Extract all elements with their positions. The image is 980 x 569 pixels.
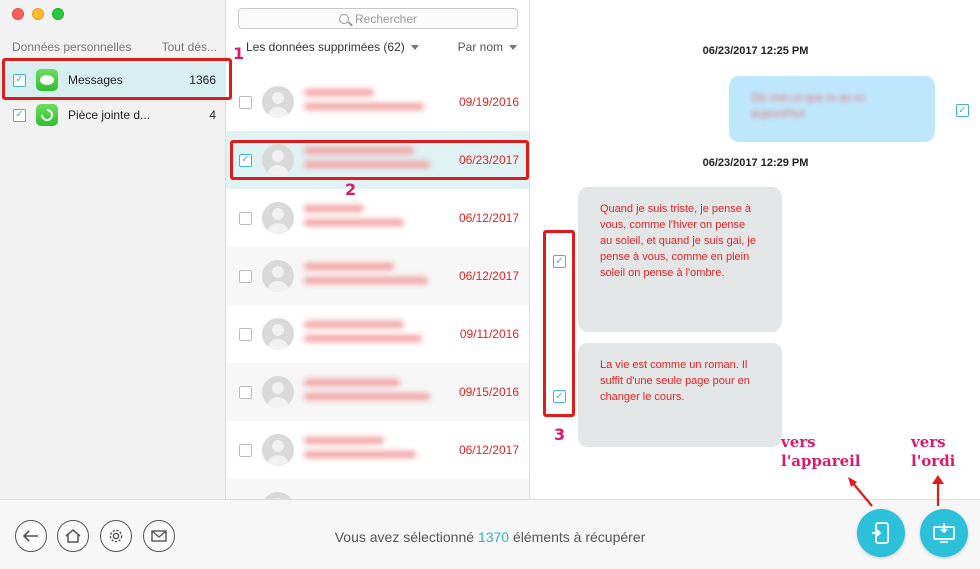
- annotation-number-1: 1: [233, 44, 245, 63]
- window-controls: [12, 8, 64, 20]
- sidebar-item-count: 4: [209, 108, 216, 122]
- search-icon: [338, 13, 349, 24]
- search-placeholder: Rechercher: [354, 11, 418, 26]
- redacted-contact: [304, 201, 434, 235]
- row-checkbox[interactable]: [239, 385, 252, 399]
- row-date: 09/11/2016: [459, 327, 519, 341]
- list-item[interactable]: 06/12/2017: [226, 421, 529, 479]
- minimize-window-button[interactable]: [32, 8, 44, 20]
- zoom-window-button[interactable]: [52, 8, 64, 20]
- recover-to-computer-button[interactable]: [920, 509, 968, 557]
- row-checkbox[interactable]: [239, 269, 252, 283]
- outgoing-message-checkbox[interactable]: ✓: [956, 104, 969, 117]
- incoming-message-1: Quand je suis triste, je pense à vous, c…: [578, 187, 782, 332]
- bottom-toolbar: Vous avez sélectionné 1370 éléments à ré…: [0, 499, 980, 569]
- message-list-panel: Rechercher Les données supprimées (62) P…: [226, 0, 530, 499]
- list-item[interactable]: 09/15/2016: [226, 363, 529, 421]
- chevron-down-icon: [410, 45, 419, 51]
- select-all-toggle[interactable]: Tout dés...: [162, 40, 217, 54]
- status-suffix: éléments à récupérer: [512, 529, 646, 545]
- contact-avatar: [262, 492, 294, 499]
- annotation-number-3: 3: [554, 425, 566, 444]
- computer-download-icon: [933, 523, 955, 543]
- list-item[interactable]: 09/11/2016: [226, 305, 529, 363]
- contact-avatar: [262, 376, 294, 408]
- status-prefix: Vous avez sélectionné: [334, 529, 475, 545]
- incoming-message-text: Quand je suis triste, je pense à vous, c…: [600, 203, 756, 279]
- recover-to-device-button[interactable]: [857, 509, 905, 557]
- row-date: 06/12/2017: [458, 211, 519, 225]
- redacted-contact: [304, 433, 434, 467]
- attachments-checkbox[interactable]: ✓: [13, 108, 26, 122]
- row-checkbox[interactable]: [239, 211, 252, 225]
- list-item[interactable]: 06/12/2017: [226, 247, 529, 305]
- annotation-to-device: vers l'appareil: [781, 433, 861, 470]
- contact-avatar: [262, 86, 294, 118]
- sidebar-item-attachments[interactable]: ✓ Pièce jointe d... 4: [0, 98, 226, 132]
- attachment-app-icon: [36, 104, 58, 126]
- annotation-box-row: [230, 140, 529, 180]
- conversation-panel: 06/23/2017 12:25 PM Dis moi ce que tu as…: [531, 0, 980, 499]
- incoming-message-text: La vie est comme un roman. Il suffit d'u…: [600, 359, 750, 403]
- row-date: 09/19/2016: [458, 95, 519, 109]
- sidebar-item-label: Pièce jointe d...: [68, 108, 151, 122]
- redacted-contact: [304, 259, 434, 293]
- row-checkbox[interactable]: [239, 95, 252, 109]
- contact-avatar: [262, 434, 294, 466]
- arrow-to-computer-icon: [932, 475, 944, 506]
- filter-label: Les données supprimées (62): [246, 40, 405, 54]
- redacted-contact: [304, 85, 434, 119]
- annotation-number-2: 2: [345, 180, 357, 199]
- list-header: Les données supprimées (62) Par nom: [246, 40, 517, 54]
- list-item[interactable]: 06/12/2017: [226, 189, 529, 247]
- contact-avatar: [262, 318, 294, 350]
- sort-dropdown[interactable]: Par nom: [458, 40, 517, 54]
- message-timestamp: 06/23/2017 12:25 PM: [702, 45, 809, 57]
- row-checkbox[interactable]: [239, 327, 252, 341]
- sidebar-header: Données personnelles Tout dés...: [12, 40, 217, 54]
- row-date: 06/12/2017: [458, 269, 519, 283]
- search-input[interactable]: Rechercher: [238, 8, 518, 29]
- row-date: 06/12/2017: [458, 443, 519, 457]
- sort-label: Par nom: [457, 40, 503, 54]
- selection-status: Vous avez sélectionné 1370 éléments à ré…: [0, 529, 980, 545]
- list-item[interactable]: 09/19/2016: [226, 73, 529, 131]
- annotation-box-sidebar: [2, 58, 232, 100]
- row-date: 09/15/2016: [458, 385, 519, 399]
- outgoing-message-text: Dis moi ce que tu as vu aujourd'hui: [751, 92, 866, 120]
- message-timestamp: 06/23/2017 12:29 PM: [702, 157, 809, 169]
- arrow-to-device-icon: [848, 477, 873, 507]
- redacted-contact: [304, 375, 434, 409]
- contact-avatar: [262, 260, 294, 292]
- selected-count: 1370: [477, 529, 510, 545]
- outgoing-message: Dis moi ce que tu as vu aujourd'hui: [729, 76, 935, 142]
- annotation-to-computer: vers l'ordi: [911, 433, 956, 470]
- list-item[interactable]: [226, 479, 529, 499]
- incoming-message-2: La vie est comme un roman. Il suffit d'u…: [578, 343, 782, 447]
- sidebar-header-title: Données personnelles: [12, 40, 132, 54]
- annotation-box-checkboxes: [543, 230, 575, 417]
- chevron-down-icon: [509, 45, 517, 51]
- filter-dropdown[interactable]: Les données supprimées (62): [246, 40, 419, 54]
- row-checkbox[interactable]: [239, 443, 252, 457]
- contact-avatar: [262, 202, 294, 234]
- phone-import-icon: [872, 522, 889, 544]
- close-window-button[interactable]: [12, 8, 24, 20]
- redacted-contact: [304, 317, 434, 351]
